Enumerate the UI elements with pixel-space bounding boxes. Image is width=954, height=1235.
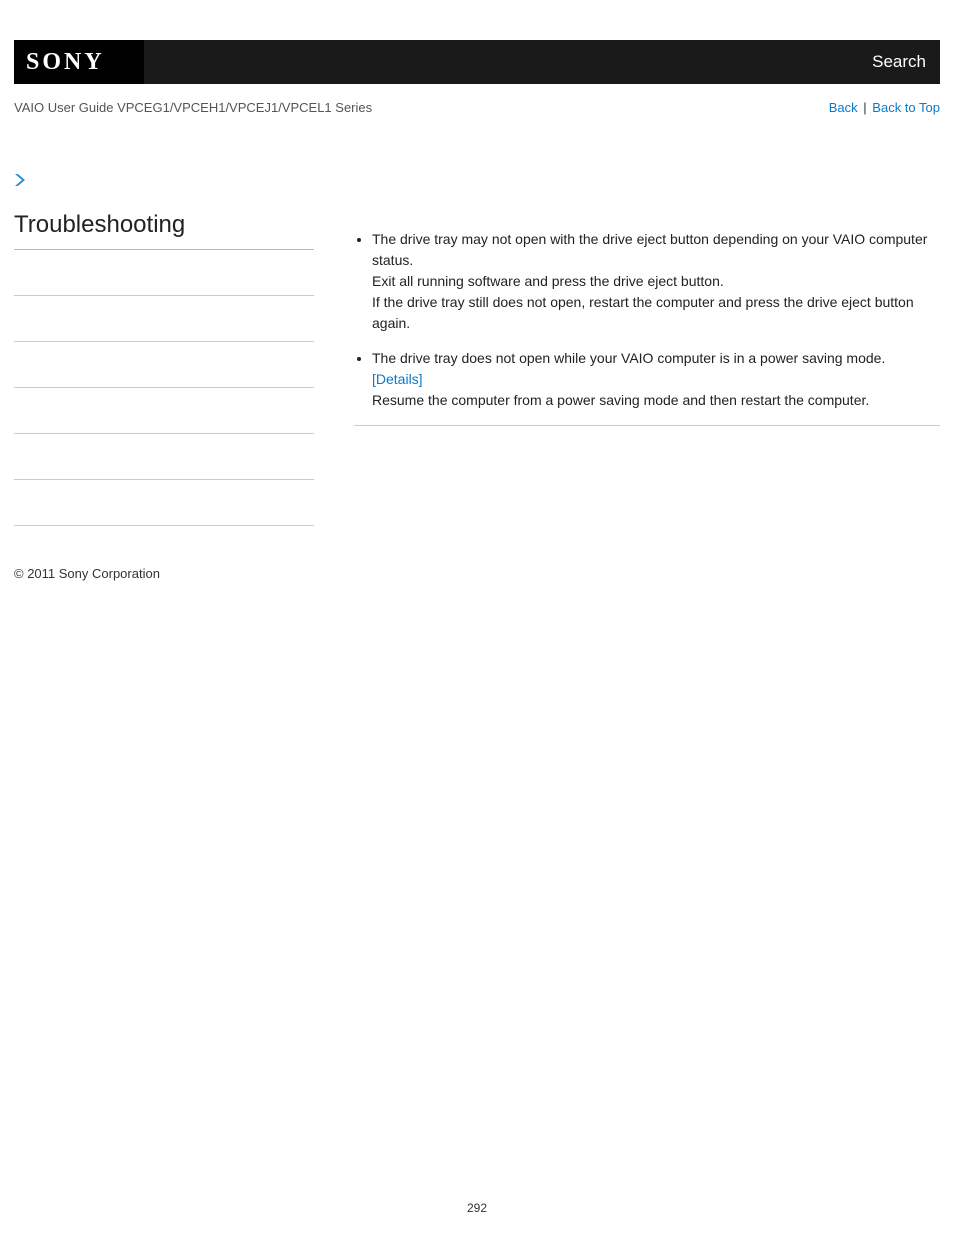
separator: | — [863, 100, 866, 115]
logo-area: SONY — [14, 40, 144, 84]
sidebar-item[interactable] — [14, 342, 314, 388]
copyright-text: © 2011 Sony Corporation — [14, 566, 940, 581]
page-number: 292 — [14, 1201, 940, 1235]
body-text: The drive tray does not open while your … — [372, 350, 885, 366]
sidebar: Troubleshooting — [14, 211, 314, 526]
body-text: The drive tray may not open with the dri… — [372, 231, 927, 268]
sub-header: VAIO User Guide VPCEG1/VPCEH1/VPCEJ1/VPC… — [14, 84, 940, 123]
list-item: The drive tray does not open while your … — [372, 348, 940, 411]
back-link[interactable]: Back — [829, 100, 858, 115]
page-title: Troubleshooting — [14, 211, 314, 250]
back-to-top-link[interactable]: Back to Top — [872, 100, 940, 115]
body-text: Exit all running software and press the … — [372, 273, 724, 289]
list-item: The drive tray may not open with the dri… — [372, 229, 940, 334]
sidebar-item[interactable] — [14, 388, 314, 434]
sidebar-item[interactable] — [14, 250, 314, 296]
sidebar-item[interactable] — [14, 296, 314, 342]
body-text: Resume the computer from a power saving … — [372, 392, 869, 408]
sidebar-item[interactable] — [14, 480, 314, 526]
chevron-right-icon — [14, 173, 940, 187]
nav-links: Back | Back to Top — [829, 100, 940, 115]
divider — [354, 425, 940, 426]
sidebar-item[interactable] — [14, 434, 314, 480]
search-link[interactable]: Search — [872, 52, 926, 72]
body-text: If the drive tray still does not open, r… — [372, 294, 914, 331]
details-link[interactable]: [Details] — [372, 371, 423, 387]
guide-title: VAIO User Guide VPCEG1/VPCEH1/VPCEJ1/VPC… — [14, 100, 372, 115]
header-bar: SONY Search — [14, 40, 940, 84]
main-content: The drive tray may not open with the dri… — [354, 211, 940, 426]
sony-logo: SONY — [26, 49, 105, 76]
